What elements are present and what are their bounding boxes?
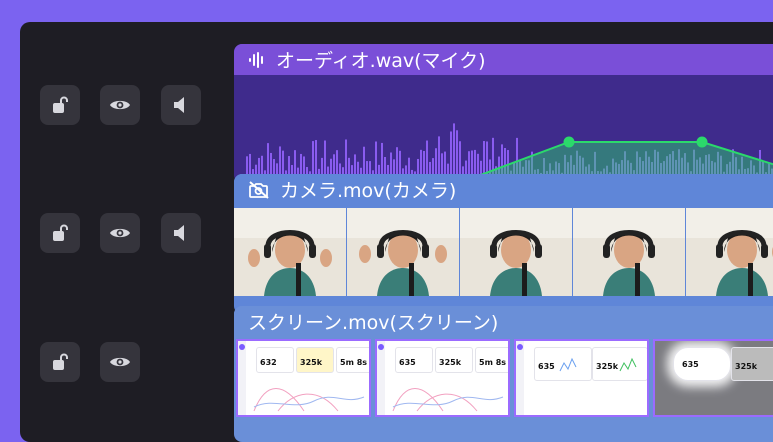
eye-icon bbox=[110, 100, 130, 110]
eye-icon bbox=[110, 228, 130, 238]
unlock-icon bbox=[53, 96, 68, 113]
thumb-metric-2: 325k bbox=[735, 362, 758, 371]
screen-frames: 632 325k 5m 8s 635 325k 5m 8s 635 325k 6… bbox=[236, 339, 773, 417]
speaker-icon bbox=[174, 225, 184, 241]
screen-track-title: スクリーン.mov(スクリーン) bbox=[248, 312, 499, 334]
video-frame-thumbnail bbox=[234, 208, 346, 296]
video-frame-thumbnail bbox=[460, 208, 572, 296]
screen-frame-thumbnail: 635 325k bbox=[514, 339, 649, 417]
screen-frame-thumbnail: 632 325k 5m 8s bbox=[236, 339, 371, 417]
visibility-toggle-button[interactable] bbox=[100, 213, 140, 253]
camera-off-icon bbox=[249, 180, 269, 199]
lock-toggle-button[interactable] bbox=[40, 213, 80, 253]
visibility-toggle-button[interactable] bbox=[100, 85, 140, 125]
timeline-panel: オーディオ.wav(マイク) カメラ.mov(カメラ) スクリーン.mov(スク… bbox=[20, 22, 773, 442]
lock-toggle-button[interactable] bbox=[40, 85, 80, 125]
visibility-toggle-button[interactable] bbox=[100, 342, 140, 382]
video-frame-thumbnail bbox=[573, 208, 685, 296]
video-frame-thumbnail bbox=[347, 208, 459, 296]
mute-toggle-button[interactable] bbox=[161, 85, 201, 125]
speaker-icon bbox=[174, 97, 184, 113]
screen-frame-thumbnail: 635 325k 5m 8s bbox=[375, 339, 510, 417]
volume-keyframe-handle[interactable] bbox=[696, 136, 708, 148]
camera-track-title: カメラ.mov(カメラ) bbox=[280, 180, 457, 202]
lock-toggle-button[interactable] bbox=[40, 342, 80, 382]
volume-keyframe-handle[interactable] bbox=[563, 136, 575, 148]
camera-frames bbox=[234, 208, 773, 296]
video-frame-thumbnail bbox=[686, 208, 773, 296]
thumb-metric-1: 635 bbox=[682, 360, 699, 369]
unlock-icon bbox=[53, 224, 68, 241]
unlock-icon bbox=[53, 353, 68, 370]
waveform-icon bbox=[249, 51, 263, 68]
screen-track-header[interactable]: スクリーン.mov(スクリーン) bbox=[234, 306, 773, 337]
audio-waveform[interactable] bbox=[234, 75, 773, 183]
mute-toggle-button[interactable] bbox=[161, 213, 201, 253]
camera-track[interactable]: カメラ.mov(カメラ) bbox=[234, 174, 773, 314]
screen-frame-thumbnail: 635 325k bbox=[653, 339, 773, 417]
camera-track-header[interactable]: カメラ.mov(カメラ) bbox=[234, 174, 773, 205]
audio-track-header[interactable]: オーディオ.wav(マイク) bbox=[234, 44, 773, 75]
audio-track[interactable]: オーディオ.wav(マイク) bbox=[234, 44, 773, 183]
screen-track[interactable]: スクリーン.mov(スクリーン) 632 325k 5m 8s 635 325k… bbox=[234, 306, 773, 442]
audio-track-title: オーディオ.wav(マイク) bbox=[276, 50, 486, 72]
eye-icon bbox=[110, 357, 130, 367]
